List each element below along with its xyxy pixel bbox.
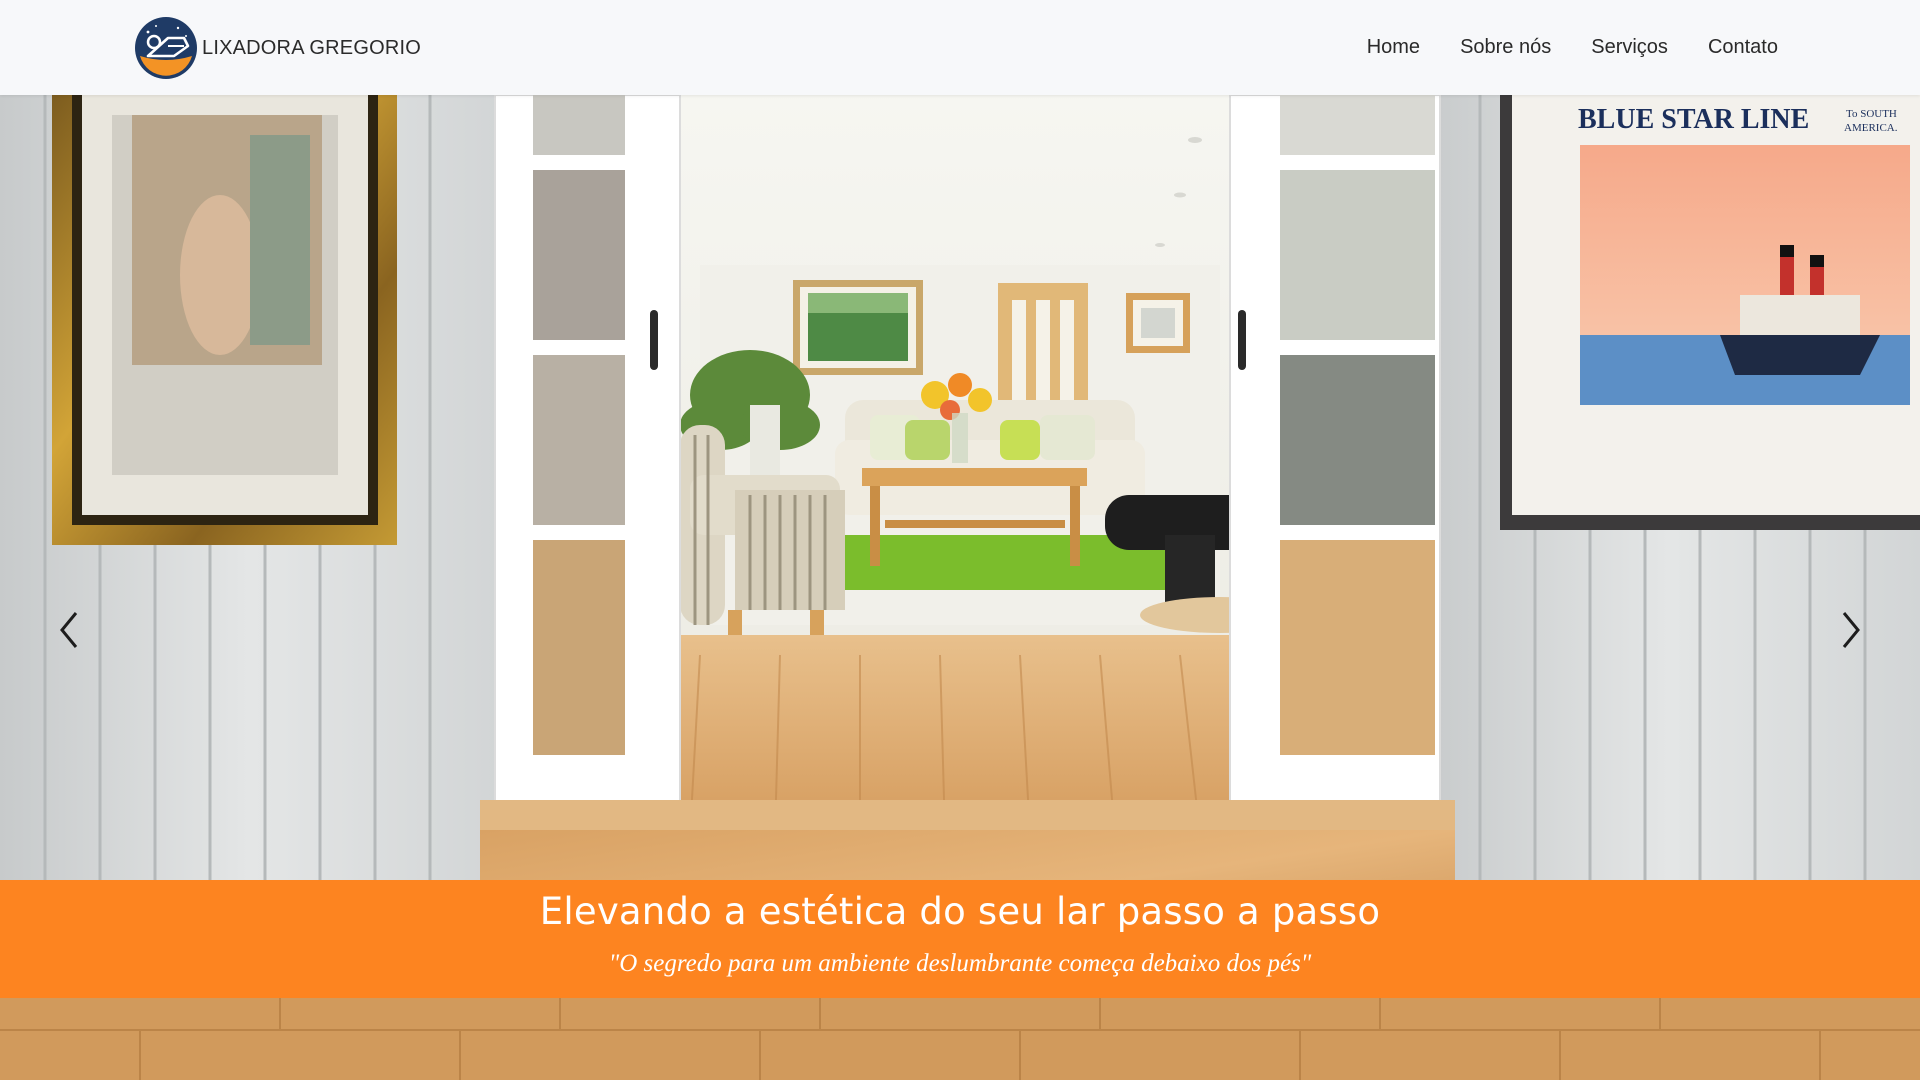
carousel-next-button[interactable]	[1830, 605, 1870, 655]
nav-servicos[interactable]: Serviços	[1591, 36, 1668, 59]
main-nav: Home Sobre nós Serviços Contato	[1367, 0, 1778, 95]
nav-home[interactable]: Home	[1367, 36, 1420, 59]
caption-title: Elevando a estética do seu lar passo a p…	[539, 890, 1381, 933]
poster-title: BLUE STAR LINE	[1578, 104, 1809, 135]
sanding-machine-logo-icon	[135, 17, 197, 79]
carousel-prev-button[interactable]	[50, 605, 90, 655]
hero-caption: Elevando a estética do seu lar passo a p…	[0, 880, 1920, 998]
poster-subtitle-1: To SOUTH	[1846, 108, 1897, 120]
page: LIXADORA GREGORIO Home Sobre nós Serviço…	[0, 0, 1920, 1080]
poster-subtitle-2: AMERICA.	[1844, 122, 1898, 134]
brand-name: LIXADORA GREGORIO	[202, 36, 422, 59]
nav-contato[interactable]: Contato	[1708, 36, 1778, 59]
nav-sobre-nos[interactable]: Sobre nós	[1460, 36, 1551, 59]
navbar: LIXADORA GREGORIO Home Sobre nós Serviço…	[0, 0, 1920, 95]
chevron-right-icon	[1842, 612, 1860, 648]
brand-link[interactable]: LIXADORA GREGORIO	[134, 16, 421, 80]
caption-quote: "O segredo para um ambiente deslumbrante…	[608, 950, 1312, 977]
chevron-left-icon	[60, 612, 78, 648]
